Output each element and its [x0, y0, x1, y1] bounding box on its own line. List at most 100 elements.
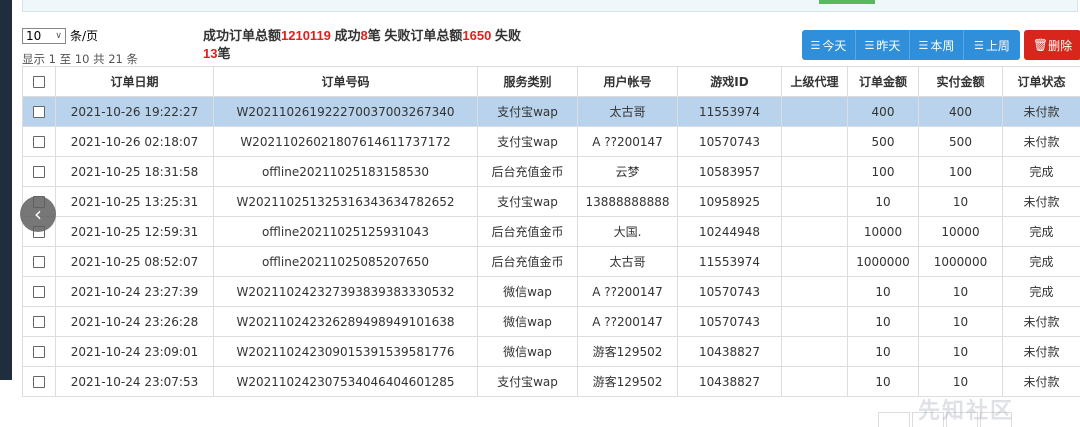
table-row[interactable]: 2021-10-24 23:26:28W20211024232628949894…: [23, 307, 1080, 337]
orders-table: 订单日期 订单号码 服务类别 用户帐号 游戏ID 上级代理 订单金额 实付金额 …: [22, 66, 1080, 397]
cell-status: 未付款: [1003, 187, 1080, 217]
search-button[interactable]: [819, 0, 875, 4]
cell-service: 后台充值金币: [478, 157, 578, 187]
cell-service: 支付宝wap: [478, 367, 578, 397]
cell-account[interactable]: 13888888888: [578, 187, 678, 217]
column-header[interactable]: 订单金额: [848, 67, 919, 97]
row-select-cell: [23, 157, 56, 187]
cell-date: 2021-10-24 23:09:01: [56, 337, 214, 367]
cell-account[interactable]: 太古哥: [578, 247, 678, 277]
table-row[interactable]: 2021-10-25 18:31:58offline20211025183158…: [23, 157, 1080, 187]
cell-account[interactable]: A ??200147: [578, 277, 678, 307]
page-size-select[interactable]: 10 ∨: [22, 28, 66, 44]
success-count: 8: [361, 28, 368, 43]
last-week-button[interactable]: ☰上周: [964, 30, 1020, 60]
cell-account[interactable]: A ??200147: [578, 307, 678, 337]
cell-date: 2021-10-25 13:25:31: [56, 187, 214, 217]
cell-paid: 100: [919, 157, 1003, 187]
column-header[interactable]: 游戏ID: [678, 67, 782, 97]
column-header[interactable]: 上级代理: [782, 67, 848, 97]
today-button[interactable]: ☰今天: [802, 30, 856, 60]
table-row[interactable]: 2021-10-25 13:25:31W20211025132531634363…: [23, 187, 1080, 217]
this-week-button[interactable]: ☰本周: [910, 30, 964, 60]
cell-account[interactable]: 太古哥: [578, 97, 678, 127]
cell-game-id: 10958925: [678, 187, 782, 217]
column-header[interactable]: 订单状态: [1003, 67, 1080, 97]
row-checkbox[interactable]: [33, 286, 45, 298]
left-nav-strip: [0, 0, 12, 380]
cell-paid: 1000000: [919, 247, 1003, 277]
cell-status: 完成: [1003, 247, 1080, 277]
cell-date: 2021-10-24 23:26:28: [56, 307, 214, 337]
cell-paid: 10: [919, 307, 1003, 337]
cell-account[interactable]: 游客129502: [578, 337, 678, 367]
table-row[interactable]: 2021-10-25 12:59:31offline20211025125931…: [23, 217, 1080, 247]
column-header[interactable]: 用户帐号: [578, 67, 678, 97]
row-checkbox[interactable]: [33, 256, 45, 268]
pagination-button[interactable]: [878, 412, 910, 427]
cell-service: 支付宝wap: [478, 127, 578, 157]
table-row[interactable]: 2021-10-24 23:07:53W20211024230753404640…: [23, 367, 1080, 397]
row-checkbox[interactable]: [33, 376, 45, 388]
record-info: 显示 1 至 10 共 21 条: [22, 51, 138, 67]
column-header[interactable]: 服务类别: [478, 67, 578, 97]
cell-order-no: offline20211025183158530: [214, 157, 478, 187]
cell-game-id: 10570743: [678, 277, 782, 307]
cell-status: 未付款: [1003, 97, 1080, 127]
summary-text: 成功订单总额: [203, 28, 281, 43]
cell-agent: [782, 277, 848, 307]
cell-agent: [782, 217, 848, 247]
cell-account[interactable]: A ??200147: [578, 127, 678, 157]
row-checkbox[interactable]: [33, 106, 45, 118]
yesterday-label: 昨天: [876, 37, 900, 54]
cell-agent: [782, 307, 848, 337]
summary-text: 失败: [491, 28, 521, 43]
cell-status: 完成: [1003, 277, 1080, 307]
cell-agent: [782, 127, 848, 157]
cell-order-no: W202110242327393839383330532: [214, 277, 478, 307]
row-select-cell: [23, 127, 56, 157]
cell-account[interactable]: 云梦: [578, 157, 678, 187]
table-row[interactable]: 2021-10-25 08:52:07offline20211025085207…: [23, 247, 1080, 277]
cell-account[interactable]: 游客129502: [578, 367, 678, 397]
cell-order-no: W202110261922270037003267340: [214, 97, 478, 127]
cell-paid: 400: [919, 97, 1003, 127]
table-row[interactable]: 2021-10-26 19:22:27W20211026192227003700…: [23, 97, 1080, 127]
fail-count: 13: [203, 46, 217, 61]
table-row[interactable]: 2021-10-26 02:18:07W20211026021807614611…: [23, 127, 1080, 157]
cell-service: 后台充值金币: [478, 217, 578, 247]
cell-status: 未付款: [1003, 307, 1080, 337]
row-checkbox[interactable]: [33, 316, 45, 328]
cell-amount: 500: [848, 127, 919, 157]
cell-date: 2021-10-26 19:22:27: [56, 97, 214, 127]
summary-text: 笔: [217, 46, 230, 61]
chevron-left-icon[interactable]: ‹: [20, 196, 56, 232]
cell-order-no: W202110251325316343634782652: [214, 187, 478, 217]
cell-status: 完成: [1003, 157, 1080, 187]
column-header[interactable]: 订单号码: [214, 67, 478, 97]
cell-game-id: 10570743: [678, 307, 782, 337]
cell-account[interactable]: 大国.: [578, 217, 678, 247]
column-header[interactable]: 实付金额: [919, 67, 1003, 97]
row-select-cell: [23, 247, 56, 277]
row-checkbox[interactable]: [33, 136, 45, 148]
select-all-checkbox[interactable]: [33, 76, 45, 88]
row-checkbox[interactable]: [33, 166, 45, 178]
cell-agent: [782, 97, 848, 127]
row-checkbox[interactable]: [33, 346, 45, 358]
table-row[interactable]: 2021-10-24 23:09:01W20211024230901539153…: [23, 337, 1080, 367]
order-summary: 成功订单总额1210119 成功8笔 失败订单总额1650 失败13笔: [203, 27, 543, 63]
table-row[interactable]: 2021-10-24 23:27:39W20211024232739383938…: [23, 277, 1080, 307]
cell-paid: 10: [919, 187, 1003, 217]
yesterday-button[interactable]: ☰昨天: [856, 30, 910, 60]
delete-button[interactable]: 🗑删除: [1024, 30, 1080, 60]
chevron-down-icon: ∨: [55, 31, 62, 41]
date-filter-group: ☰今天 ☰昨天 ☰本周 ☰上周: [802, 30, 1020, 60]
summary-text: 成功: [331, 28, 361, 43]
page-size-value: 10: [26, 29, 41, 43]
column-header[interactable]: 订单日期: [56, 67, 214, 97]
last-week-label: 上周: [986, 37, 1010, 54]
cell-paid: 500: [919, 127, 1003, 157]
cell-amount: 400: [848, 97, 919, 127]
cell-agent: [782, 337, 848, 367]
